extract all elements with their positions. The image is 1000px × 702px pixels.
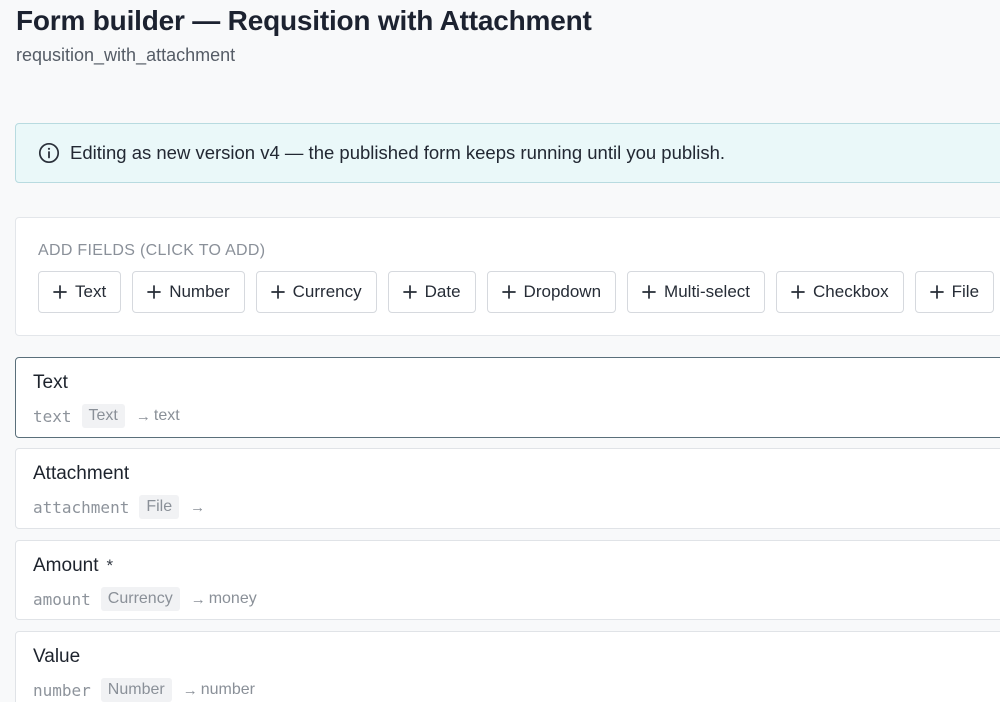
add-text-field-button[interactable]: Text [38,271,122,313]
add-button-label: Date [424,282,461,301]
field-label: Attachment [33,463,137,485]
info-icon [38,142,60,164]
add-date-field-button[interactable]: Date [387,271,476,313]
field-key: number [33,680,91,700]
form-builder-page: Form builder — Requsition with Attachmen… [0,0,1000,702]
add-currency-field-button[interactable]: Currency [255,271,377,313]
field-label-text: Attachment [33,463,130,484]
field-label: Amount * [33,555,113,577]
version-info-banner: Editing as new version v4 — the publishe… [15,123,1000,183]
plus-icon [147,285,162,299]
arrow-right-icon: → [190,498,206,516]
field-label: Text [33,372,76,394]
field-type-badge: Number [100,678,172,702]
field-card-text[interactable]: Text text Text → text [15,357,1000,438]
add-number-field-button[interactable]: Number [132,271,245,313]
field-type-badge: Currency [100,587,180,611]
arrow-right-icon: → [190,590,206,608]
field-label: Value [33,646,88,668]
field-mapping: → [190,499,208,516]
field-card-value[interactable]: Value number Number → number [15,631,1000,702]
add-button-label: File [951,282,980,301]
mapping-target: money [208,590,257,607]
mapping-target: text [153,407,180,424]
banner-message: Editing as new version v4 — the publishe… [70,142,726,163]
add-multi-select-field-button[interactable]: Multi-select [627,271,766,313]
plus-icon [53,285,67,299]
palette-heading: ADD FIELDS (CLICK TO ADD) [38,242,266,259]
add-checkbox-field-button[interactable]: Checkbox [776,271,904,313]
field-card-attachment[interactable]: Attachment attachment File → [15,448,1000,529]
field-label-text: Text [33,372,68,393]
field-meta: number Number → number [33,678,255,702]
add-button-label: Currency [292,282,362,301]
field-card-amount[interactable]: Amount * amount Currency → money [15,540,1000,620]
required-marker: * [106,556,114,575]
add-fields-palette: ADD FIELDS (CLICK TO ADD) Text Number Cu… [15,217,1000,336]
field-meta: amount Currency → money [33,587,257,611]
field-type-badge: File [139,495,180,519]
plus-icon [929,285,944,299]
form-slug: requsition_with_attachment [16,45,236,65]
add-button-label: Number [169,282,230,301]
add-file-field-button[interactable]: File [914,271,995,313]
add-button-label: Multi-select [664,282,751,301]
field-label-text: Value [33,646,81,667]
page-title: Form builder — Requsition with Attachmen… [16,5,592,36]
add-button-label: Text [75,282,107,301]
field-meta: attachment File → [33,495,208,519]
arrow-right-icon: → [182,681,198,699]
field-label-text: Amount [33,555,99,576]
field-type-badge: Text [81,404,125,428]
field-key: attachment [33,497,130,517]
add-dropdown-field-button[interactable]: Dropdown [486,271,617,313]
field-mapping: → number [183,681,255,699]
plus-icon [642,285,656,299]
mapping-target: number [200,681,255,698]
plus-icon [501,285,516,299]
field-key: text [33,406,72,426]
plus-icon [270,285,285,299]
arrow-right-icon: → [135,407,151,425]
field-meta: text Text → text [33,404,180,428]
field-key: amount [33,589,91,609]
plus-icon [791,285,805,299]
add-button-label: Dropdown [523,282,602,301]
field-mapping: → money [191,590,257,608]
palette-button-row: Text Number Currency Date Dropdown Multi… [38,271,995,313]
plus-icon [402,285,417,299]
field-mapping: → text [136,407,180,425]
add-button-label: Checkbox [813,282,889,301]
